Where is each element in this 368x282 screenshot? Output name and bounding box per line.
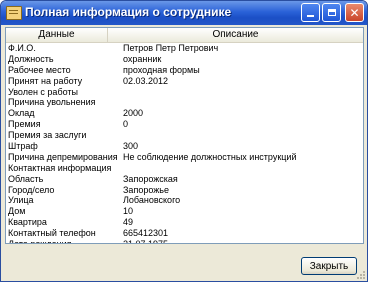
field-name-cell: Премия [8, 119, 41, 130]
field-name-cell: Рабочее место [8, 64, 71, 75]
table-row[interactable]: Штраф 300 [6, 141, 363, 152]
field-name-cell: Контактная информация [8, 162, 112, 173]
table-row[interactable]: Должность охранник [6, 54, 363, 65]
field-name-cell: Дом [8, 206, 26, 217]
field-name-cell: Премия за заслуги [8, 130, 87, 141]
table-row[interactable]: Дом 10 [6, 206, 363, 217]
window-title: Полная информация о сотруднике [25, 5, 232, 19]
table-row[interactable]: Причина депремирования Не соблюдение долж… [6, 152, 363, 163]
table-row[interactable]: Город/село Запорожье [6, 185, 363, 196]
field-name-cell: Должность [8, 53, 54, 64]
grid-header: Данные Описание [6, 28, 363, 43]
field-value-cell [123, 87, 363, 98]
field-name-cell: Ф.И.О. [8, 43, 36, 53]
field-name-cell: Область [8, 173, 44, 184]
field-value-cell [123, 130, 363, 141]
field-value-cell: охранник [123, 53, 162, 64]
field-value-cell: 21.07.1975 [123, 239, 363, 243]
employee-info-window: Полная информация о сотруднике ✕ Данные … [0, 0, 368, 282]
minimize-button[interactable] [301, 3, 320, 22]
field-value-cell: проходная формы [123, 64, 200, 75]
table-row[interactable]: Принят на работу 02.03.2012 [6, 76, 363, 87]
title-bar[interactable]: Полная информация о сотруднике ✕ [1, 1, 367, 25]
resize-grip[interactable] [355, 269, 365, 279]
table-row[interactable]: Премия 0 [6, 119, 363, 130]
field-value-cell: 665412301 [123, 228, 169, 239]
field-value-cell: Петров Петр Петрович [123, 43, 219, 53]
grid-rows: Ф.И.О. Петров Петр Петрович Должность охран… [6, 43, 363, 243]
table-row[interactable]: Оклад 2000 [6, 108, 363, 119]
table-row[interactable]: Дата рождения21.07.1975 [6, 239, 363, 243]
close-window-button[interactable]: ✕ [345, 3, 364, 22]
document-icon [6, 6, 22, 20]
field-value-cell: 49 [123, 217, 134, 228]
field-value-cell: 10 [123, 206, 134, 217]
field-name-cell: Квартира [8, 217, 47, 228]
table-row[interactable]: Премия за заслуги [6, 130, 363, 141]
minimize-icon [307, 15, 314, 17]
close-icon: ✕ [349, 5, 360, 20]
info-grid[interactable]: Данные Описание Ф.И.О. Петров Петр Петров… [5, 27, 364, 244]
field-value-cell: Запорожье [123, 184, 169, 195]
field-name-cell: Причина депремирования [8, 151, 118, 162]
column-header-description[interactable]: Описание [108, 28, 363, 42]
table-row[interactable]: Квартира 49 [6, 217, 363, 228]
maximize-icon [327, 9, 336, 16]
field-value-cell: Не соблюдение должностных инструкций [123, 151, 297, 162]
maximize-button[interactable] [322, 3, 341, 22]
field-value-cell: Запорожская [123, 173, 178, 184]
field-value-cell: 300 [123, 141, 139, 152]
field-value-cell: 2000 [123, 108, 144, 119]
field-name-cell: Причина увольнения [8, 97, 96, 108]
field-name-cell: Оклад [8, 108, 35, 119]
table-row[interactable]: Улица Лобановского [6, 195, 363, 206]
field-value-cell: 0 [123, 119, 129, 130]
field-name-cell: Дата рождения [6, 239, 123, 243]
table-row[interactable]: Причина увольнения [6, 97, 363, 108]
field-name-cell: Принят на работу [8, 75, 83, 86]
field-name-cell: Контактный телефон [8, 228, 96, 239]
field-value-cell: 02.03.2012 [123, 75, 169, 86]
field-value-cell [123, 163, 363, 174]
field-name-cell: Улица [8, 195, 34, 206]
table-row[interactable]: Область Запорожская [6, 174, 363, 185]
field-name-cell: Штраф [8, 141, 38, 152]
close-button[interactable]: Закрыть [301, 257, 357, 275]
field-name-cell: Город/село [8, 184, 55, 195]
field-name-cell: Уволен с работы [8, 86, 78, 97]
field-value-cell [123, 97, 363, 108]
column-header-data[interactable]: Данные [6, 28, 108, 42]
table-row[interactable]: Уволен с работы [6, 87, 363, 98]
field-value-cell: Лобановского [123, 195, 181, 206]
table-row[interactable]: Ф.И.О. Петров Петр Петрович [6, 43, 363, 54]
table-row[interactable]: Рабочее место проходная формы [6, 65, 363, 76]
table-row[interactable]: Контактная информация [6, 163, 363, 174]
table-row[interactable]: Контактный телефон 665412301 [6, 228, 363, 239]
